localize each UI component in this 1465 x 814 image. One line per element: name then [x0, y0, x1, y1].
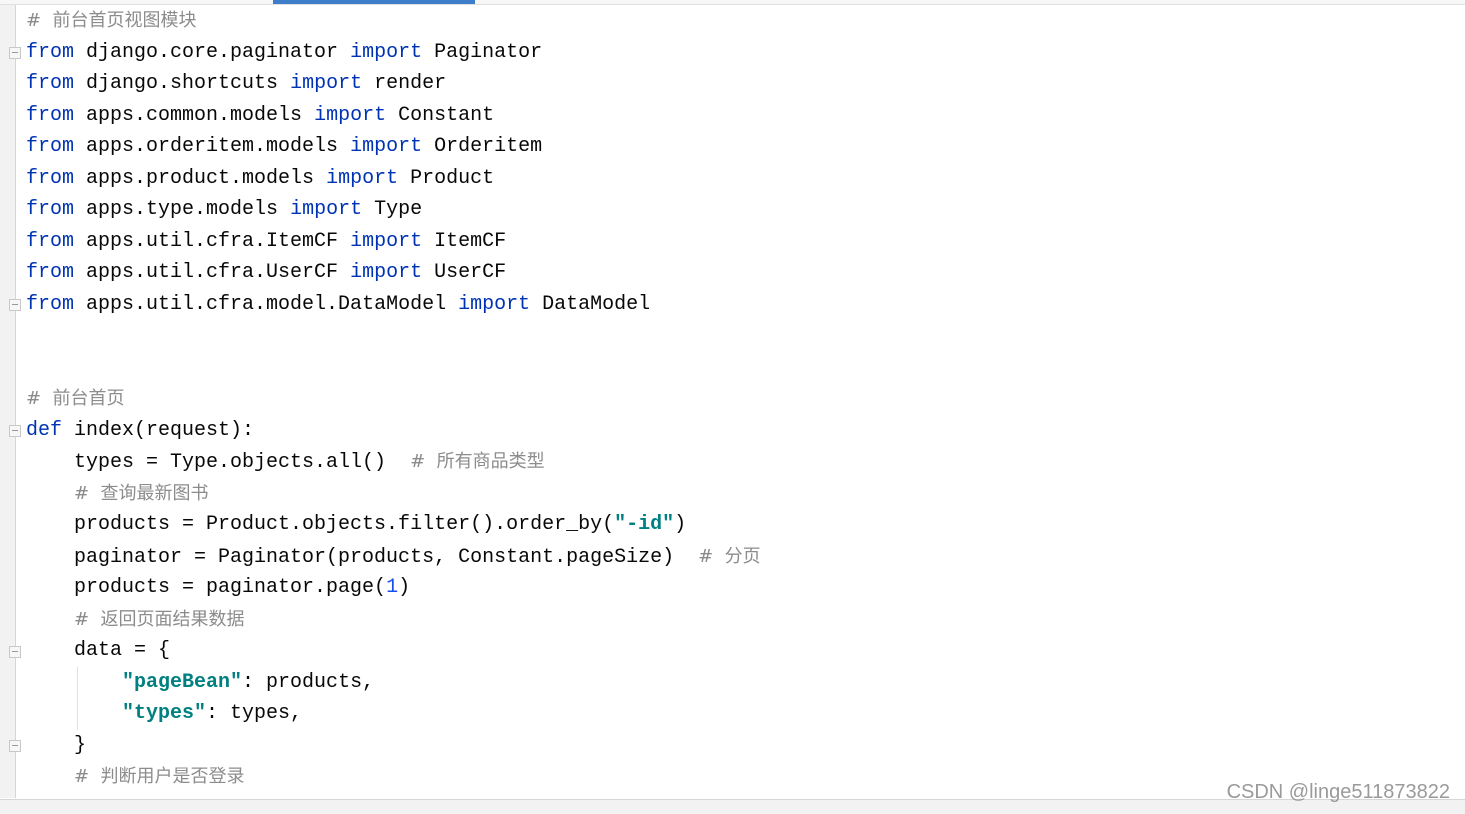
fold-icon[interactable]: [9, 425, 21, 437]
keyword: from: [26, 40, 75, 64]
comment: # 分页: [698, 545, 761, 567]
code-text: paginator = Paginator(products, Constant…: [26, 545, 699, 569]
code-line[interactable]: # 前台首页视图模块: [26, 5, 761, 37]
comment: # 返回页面结果数据: [74, 608, 245, 630]
keyword: from: [26, 198, 75, 221]
keyword: from: [26, 103, 75, 127]
fold-icon[interactable]: [9, 47, 21, 59]
keyword: from: [26, 135, 75, 158]
code-line[interactable]: types = Type.objects.all() # 所有商品类型: [26, 446, 761, 478]
keyword: import: [350, 40, 423, 64]
code-text: Paginator: [422, 40, 543, 64]
number: 1: [386, 576, 399, 599]
code-text: Orderitem: [422, 135, 543, 158]
code-text: index(request):: [62, 418, 255, 442]
code-line[interactable]: # 判断用户是否登录: [26, 761, 761, 793]
comment: # 查询最新图书: [74, 482, 209, 504]
keyword: import: [350, 229, 423, 253]
code-line[interactable]: from apps.common.models import Constant: [26, 100, 761, 132]
keyword: import: [326, 166, 399, 190]
code-text: : products,: [242, 670, 375, 694]
string: "types": [122, 702, 207, 725]
code-text: apps.util.cfra.UserCF: [74, 261, 351, 284]
code-editor[interactable]: # 前台首页视图模块 from django.core.paginator imp…: [26, 5, 761, 793]
code-text: ): [398, 576, 411, 599]
string: "pageBean": [122, 670, 243, 694]
code-text: products = Product.objects.filter().orde…: [26, 513, 615, 536]
code-line[interactable]: products = Product.objects.filter().orde…: [26, 509, 761, 541]
code-text: types = Type.objects.all(): [26, 451, 411, 474]
code-line[interactable]: data = {: [26, 635, 761, 667]
keyword: from: [26, 229, 75, 253]
code-text: DataModel: [530, 292, 651, 316]
code-line[interactable]: from apps.util.cfra.ItemCF import ItemCF: [26, 226, 761, 258]
code-line[interactable]: def index(request):: [26, 415, 761, 447]
comment: # 判断用户是否登录: [74, 766, 245, 787]
watermark: CSDN @linge511873822: [1226, 781, 1450, 803]
code-text: products = paginator.page(: [26, 576, 387, 599]
code-text: : types,: [206, 702, 303, 725]
keyword: import: [290, 72, 363, 95]
keyword: from: [26, 292, 75, 316]
code-line[interactable]: from apps.util.cfra.UserCF import UserCF: [26, 257, 761, 289]
code-line[interactable]: from django.shortcuts import render: [26, 68, 761, 100]
keyword: from: [26, 166, 75, 190]
code-line[interactable]: products = paginator.page(1): [26, 572, 761, 604]
code-text: apps.util.cfra.model.DataModel: [74, 292, 459, 316]
keyword: import: [458, 292, 531, 316]
code-text: django.shortcuts: [74, 72, 291, 95]
code-line[interactable]: from apps.orderitem.models import Orderi…: [26, 131, 761, 163]
code-text: Type: [362, 198, 423, 221]
comment: # 所有商品类型: [410, 451, 545, 472]
code-line[interactable]: [26, 320, 761, 352]
code-text: ): [674, 513, 687, 536]
code-text: Product: [398, 166, 495, 190]
code-text: apps.orderitem.models: [74, 135, 351, 158]
code-text: apps.common.models: [74, 103, 315, 127]
editor-gutter: [0, 5, 16, 798]
string: "-id": [614, 513, 675, 536]
code-line[interactable]: # 返回页面结果数据: [26, 604, 761, 636]
fold-icon[interactable]: [9, 646, 21, 658]
keyword: import: [314, 103, 387, 127]
keyword: import: [290, 198, 363, 221]
keyword: from: [26, 261, 75, 284]
comment: # 前台首页视图模块: [26, 10, 197, 31]
code-text: }: [26, 733, 87, 757]
keyword: import: [350, 135, 423, 158]
code-line[interactable]: paginator = Paginator(products, Constant…: [26, 541, 761, 573]
code-line[interactable]: [26, 352, 761, 384]
code-text: UserCF: [422, 261, 507, 284]
code-text: render: [362, 72, 447, 95]
code-text: Constant: [386, 103, 495, 127]
code-text: django.core.paginator: [74, 40, 351, 64]
keyword: def: [26, 418, 63, 442]
keyword: import: [350, 261, 423, 284]
keyword: from: [26, 72, 75, 95]
code-line[interactable]: from apps.util.cfra.model.DataModel impo…: [26, 289, 761, 321]
code-text: data = {: [26, 639, 171, 662]
code-text: apps.type.models: [74, 198, 291, 221]
code-line[interactable]: from apps.type.models import Type: [26, 194, 761, 226]
code-line[interactable]: from django.core.paginator import Pagina…: [26, 37, 761, 69]
fold-icon[interactable]: [9, 299, 21, 311]
code-line[interactable]: from apps.product.models import Product: [26, 163, 761, 195]
fold-icon[interactable]: [9, 740, 21, 752]
code-line[interactable]: "pageBean": products,: [26, 667, 761, 699]
active-tab-indicator[interactable]: [273, 0, 475, 4]
code-line[interactable]: # 前台首页: [26, 383, 761, 415]
code-text: ItemCF: [422, 229, 507, 253]
code-line[interactable]: # 查询最新图书: [26, 478, 761, 510]
code-line[interactable]: }: [26, 730, 761, 762]
code-line[interactable]: "types": types,: [26, 698, 761, 730]
comment: # 前台首页: [26, 388, 125, 409]
code-text: apps.util.cfra.ItemCF: [74, 229, 351, 253]
code-text: apps.product.models: [74, 166, 327, 190]
